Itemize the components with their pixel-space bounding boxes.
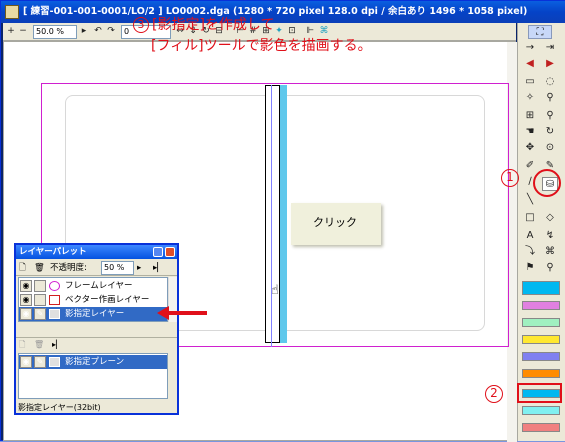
color-swatch[interactable] — [522, 369, 560, 378]
trash-icon[interactable]: 🗑 — [34, 260, 45, 276]
opacity-label: 不透明度: — [50, 263, 87, 273]
color-swatch[interactable] — [522, 335, 560, 344]
color-select-icon[interactable]: ⚲ — [542, 91, 558, 105]
shadow-fill-area — [279, 85, 287, 343]
plane-menu-icon[interactable]: ▸▏ — [52, 338, 62, 352]
step3-annotation: 3 [影指定]を作成して [フィル]ツールで影色を描画する。 — [133, 15, 372, 57]
layer-name: 影指定レイヤー — [65, 309, 125, 319]
plane-row-selected[interactable]: ◉ ✎ 影指定プレーン — [19, 355, 167, 369]
layer-row[interactable]: ◉ ベクター作画レイヤー — [19, 293, 167, 307]
rotate-right-icon[interactable]: ↷ — [106, 26, 116, 37]
palette-status: 影指定レイヤー(32bit) — [18, 403, 101, 412]
step1-number: 1 — [501, 166, 519, 187]
color-swatch[interactable] — [522, 318, 560, 327]
rotate-left-icon[interactable]: ↶ — [93, 26, 103, 37]
shadow-layer-icon — [49, 309, 60, 319]
layer-name: ベクター作画レイヤー — [65, 295, 150, 305]
arrow-icon[interactable]: → — [522, 41, 538, 55]
vector-layer-icon — [49, 295, 60, 305]
new-layer-icon[interactable]: 🗋 — [19, 260, 26, 276]
text-icon[interactable]: A — [522, 229, 538, 243]
color-swatch[interactable] — [522, 352, 560, 361]
select-icon[interactable]: ⇥ — [542, 41, 558, 55]
tool-palette: ⛶ → ⇥ ◀ ▶ ▭ ◌ ✧ ⚲ ⊞ ⚲ ☚ ↻ ✥ ⊙ ✐ ✎ ∕ ⛁ ╲ … — [517, 23, 565, 441]
line-icon[interactable]: ╲ — [522, 193, 538, 207]
trace-icon[interactable]: ⤵ — [522, 245, 538, 259]
color-swatch[interactable] — [522, 301, 560, 310]
eye-icon[interactable]: ◉ — [20, 308, 32, 320]
transform-icon[interactable]: ⊞ — [522, 109, 538, 123]
plane-icon — [49, 357, 60, 367]
move-icon[interactable]: ✥ — [522, 141, 538, 155]
edit-toggle[interactable] — [34, 294, 46, 306]
layer-list: ◉ フレームレイヤー ◉ ベクター作画レイヤー ◉ ✎ 影指定レイヤー — [18, 277, 168, 322]
magic-wand-icon[interactable]: ✧ — [522, 91, 538, 105]
rotate-icon[interactable]: ↻ — [542, 125, 558, 139]
opacity-arrow-icon[interactable]: ▸ — [137, 260, 141, 276]
frame-layer-icon — [49, 281, 60, 291]
pen-icon[interactable]: ✎ — [34, 356, 46, 368]
next-icon[interactable]: ▶ — [542, 57, 558, 71]
lasso-icon[interactable]: ◌ — [542, 75, 558, 89]
layer-row-selected[interactable]: ◉ ✎ 影指定レイヤー — [19, 307, 167, 321]
plane-options-row: 🗋 🗑 ▸▏ — [16, 337, 177, 351]
zoom-field[interactable]: 50.0 % — [33, 25, 77, 39]
app-icon — [5, 5, 19, 19]
hand-icon[interactable]: ☚ — [522, 125, 538, 139]
click-callout: クリック — [291, 203, 381, 245]
callout-text: クリック — [313, 216, 357, 229]
zoom-icon[interactable]: ⚲ — [542, 109, 558, 123]
layer-palette-title-text: レイヤーパレット — [19, 247, 87, 257]
link-icon[interactable]: ⌘ — [542, 245, 558, 259]
plane-name: 影指定プレーン — [65, 357, 125, 367]
pen-icon[interactable]: ✎ — [34, 308, 46, 320]
palette-window-buttons — [153, 247, 175, 257]
red-arrow — [167, 311, 207, 315]
hand-cursor-icon: ☝ — [271, 283, 279, 298]
plane-list: ◉ ✎ 影指定プレーン — [18, 353, 168, 399]
layer-name: フレームレイヤー — [65, 281, 133, 291]
rectangle-icon[interactable]: □ — [522, 211, 538, 225]
zoom-dropdown-icon[interactable]: ▸ — [79, 26, 89, 37]
eye-icon[interactable]: ◉ — [20, 356, 32, 368]
new-plane-icon[interactable]: 🗋 — [19, 338, 25, 352]
polygon-icon[interactable]: ◇ — [542, 211, 558, 225]
opacity-field[interactable]: 50 % — [101, 261, 134, 275]
vector-line — [271, 85, 272, 347]
prev-icon[interactable]: ◀ — [522, 57, 538, 71]
step3-number: 3 — [133, 17, 149, 33]
step3-line1: [影指定]を作成して — [152, 17, 275, 33]
layer-menu-icon[interactable]: ▸▏ — [153, 260, 164, 276]
step3-line2: [フィル]ツールで影色を描画する。 — [151, 38, 372, 54]
step2-number: 2 — [485, 382, 503, 403]
zoom-in-icon[interactable]: + — [6, 26, 16, 37]
highlight-circle-fill-tool — [533, 169, 561, 197]
zoom-area-icon[interactable]: ⊙ — [542, 141, 558, 155]
eyedropper-icon[interactable]: ✐ — [522, 159, 538, 173]
layer-options-row: 🗋 🗑 不透明度: 50 % ▸ ▸▏ — [16, 260, 177, 276]
color-swatch[interactable] — [522, 423, 560, 432]
app-window: [ 練習-001-001-0001/LO/2 ] LO0002.dga (128… — [0, 0, 565, 442]
close-icon[interactable] — [165, 247, 175, 257]
color-swatch[interactable] — [522, 406, 560, 415]
step2-number-text: 2 — [485, 385, 503, 403]
edit-toggle[interactable] — [34, 280, 46, 292]
eye-icon[interactable]: ◉ — [20, 294, 32, 306]
search-icon[interactable]: ⚲ — [542, 261, 558, 275]
close-gap-icon[interactable]: ⚑ — [522, 261, 538, 275]
rect-select-icon[interactable]: ▭ — [522, 75, 538, 89]
minimize-icon[interactable] — [153, 247, 163, 257]
eye-icon[interactable]: ◉ — [20, 280, 32, 292]
trash-icon[interactable]: 🗑 — [34, 338, 44, 352]
layer-palette: レイヤーパレット 🗋 🗑 不透明度: 50 % ▸ ▸▏ ◉ フレームレイヤー … — [14, 243, 179, 415]
layer-list-scrollbar[interactable] — [168, 277, 177, 322]
step1-number-text: 1 — [501, 169, 519, 187]
paint-bucket-header-icon[interactable]: ⛶ — [528, 25, 552, 39]
layer-row[interactable]: ◉ フレームレイヤー — [19, 279, 167, 293]
current-color-swatch[interactable] — [522, 281, 560, 295]
layer-palette-title: レイヤーパレット — [16, 245, 177, 259]
highlight-rect-color — [517, 383, 562, 403]
zoom-out-icon[interactable]: − — [18, 26, 28, 37]
vector-correct-icon[interactable]: ↯ — [542, 229, 558, 243]
